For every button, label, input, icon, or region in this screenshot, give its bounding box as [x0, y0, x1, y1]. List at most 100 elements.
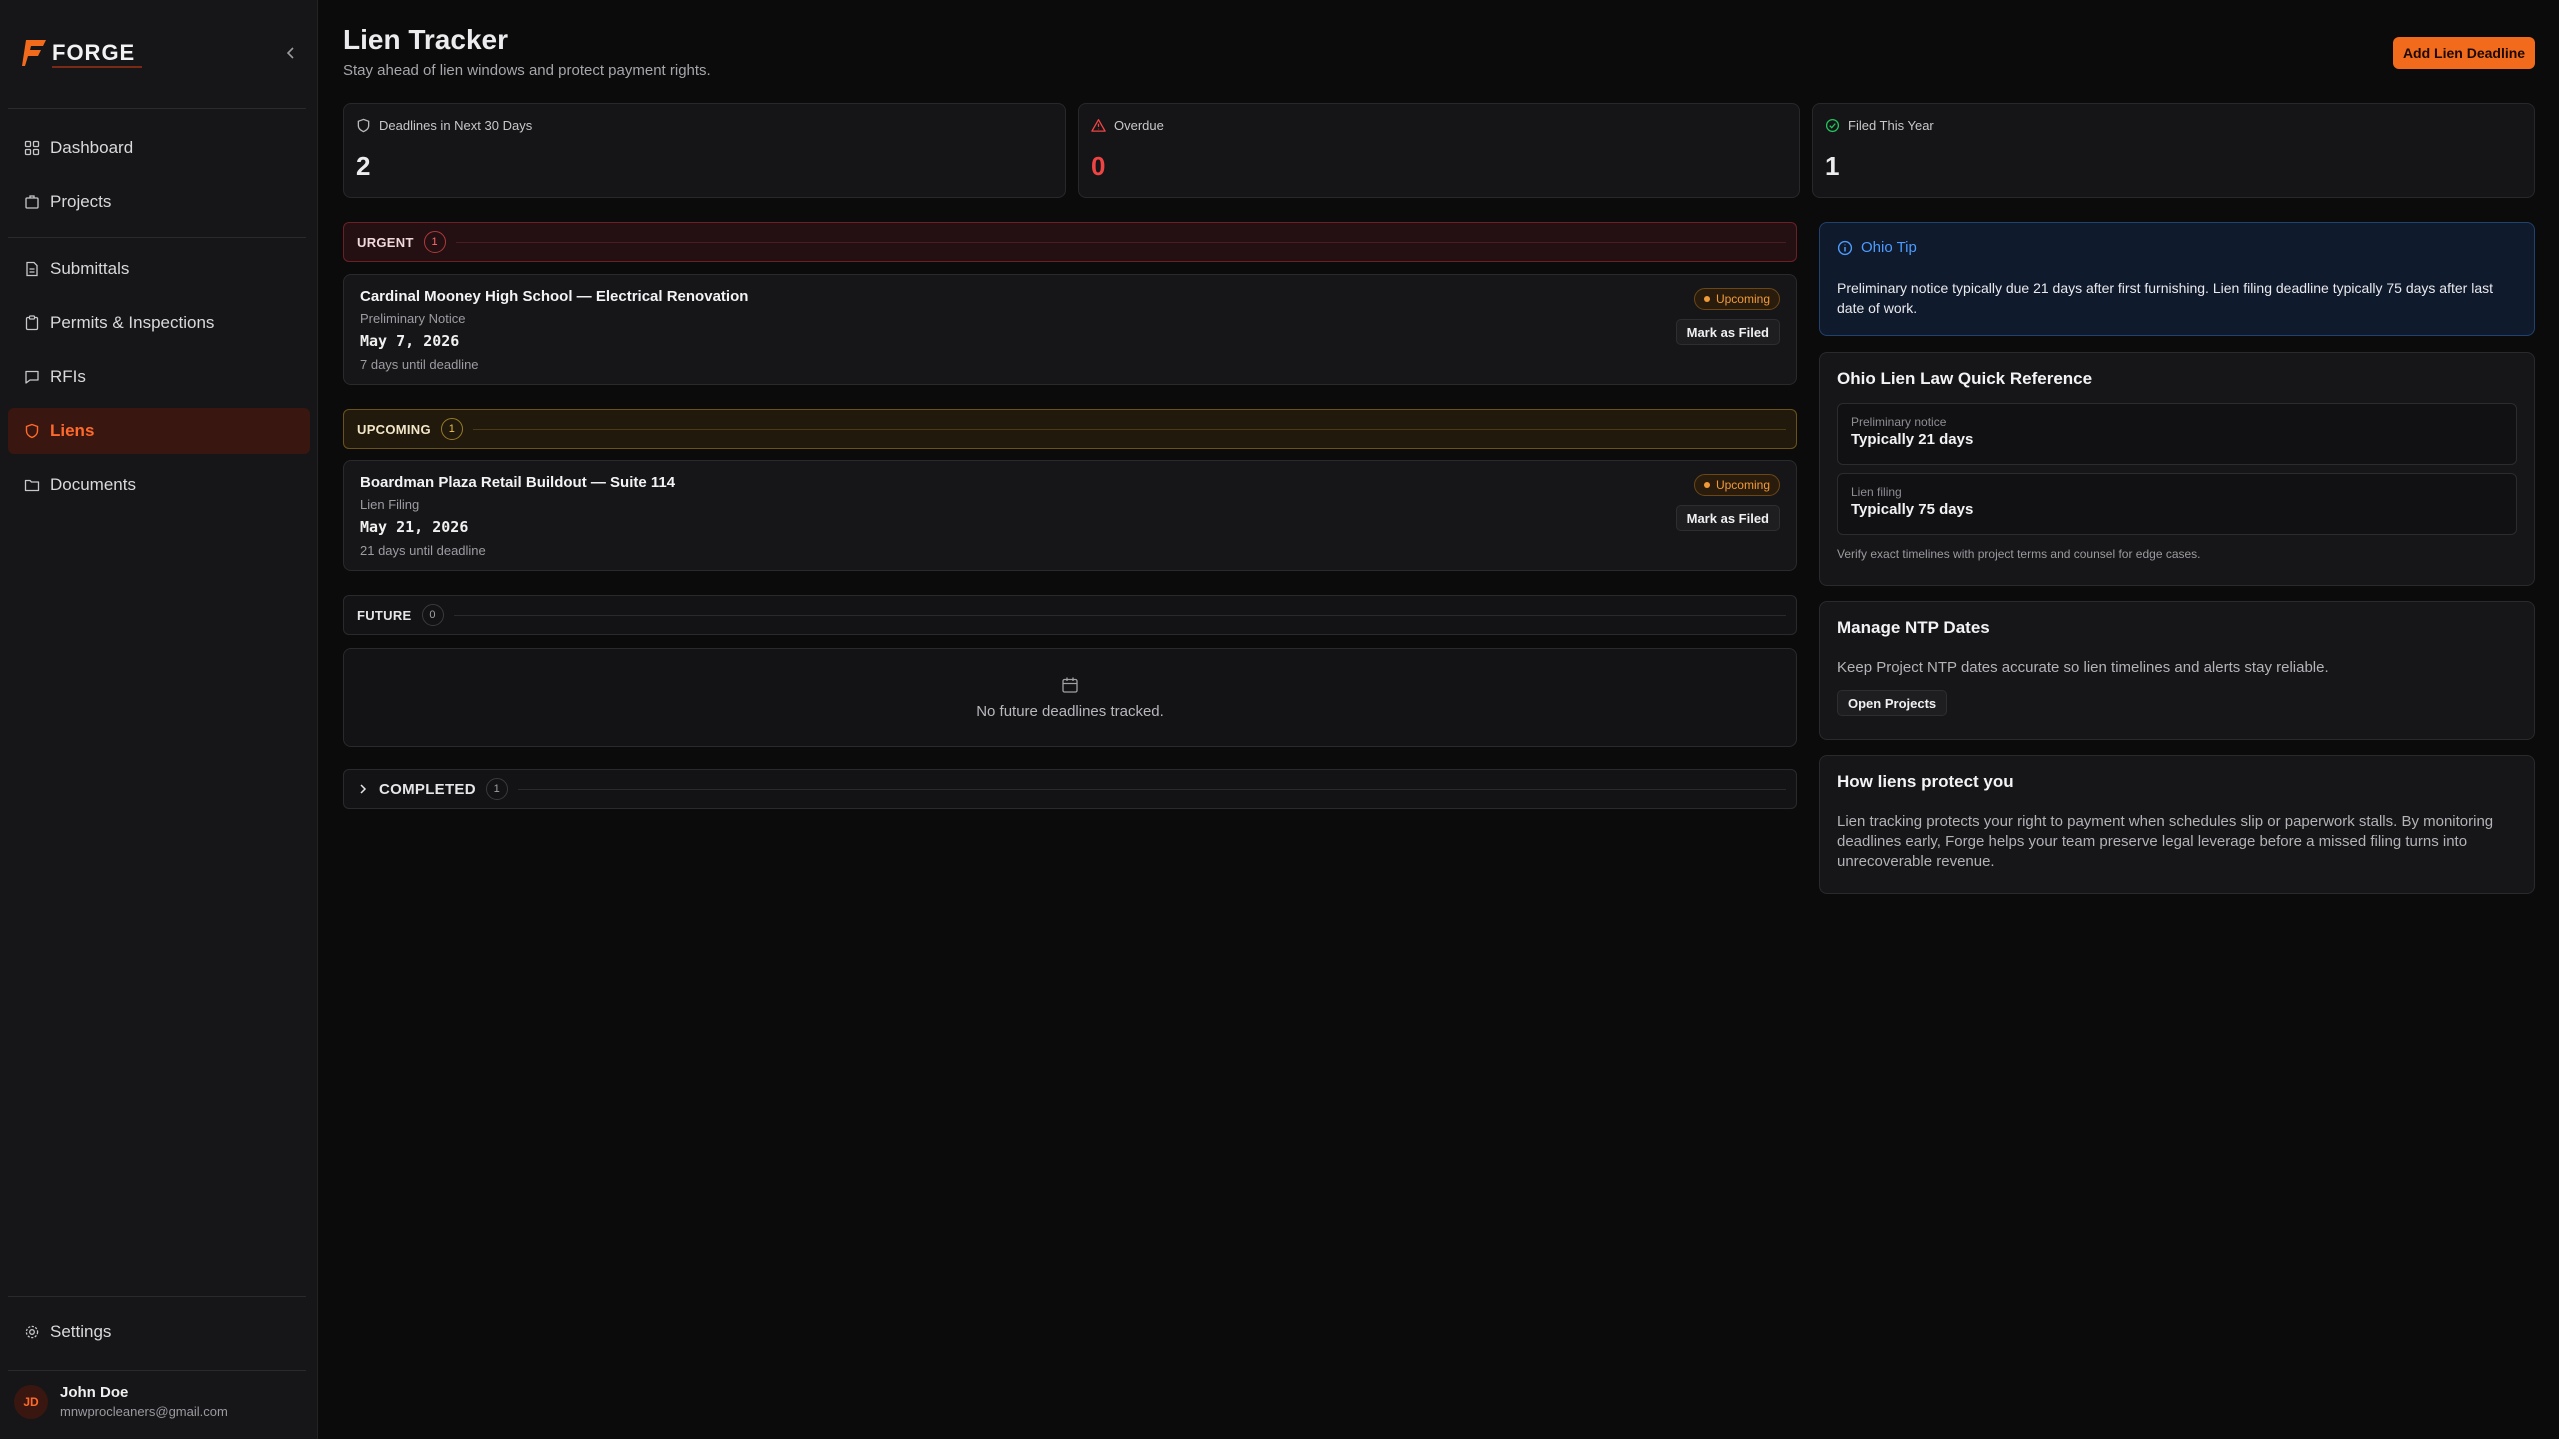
sidebar-item-label: Permits & Inspections [50, 313, 215, 332]
stat-label: Filed This Year [1848, 118, 1934, 133]
chevron-right-icon [360, 784, 367, 794]
lien-project: Boardman Plaza Retail Buildout — Suite 1… [360, 474, 676, 491]
page-subtitle: Stay ahead of lien windows and protect p… [343, 62, 711, 79]
open-projects-button[interactable]: Open Projects [1837, 690, 1948, 716]
lien-date: May 21, 2026 [360, 518, 469, 536]
mark-as-filed-button[interactable]: Mark as Filed [1675, 319, 1780, 345]
sidebar-divider [8, 1370, 306, 1371]
sidebar-divider [8, 237, 306, 238]
tip-body: Preliminary notice typically due 21 days… [1837, 280, 2493, 316]
shield-icon [357, 118, 370, 133]
status-badge: Upcoming [1693, 288, 1780, 310]
grid-icon [24, 140, 40, 156]
sidebar-item-rfis[interactable]: RFIs [8, 354, 310, 400]
ntp-body: Keep Project NTP dates accurate so lien … [1837, 659, 2329, 676]
section-divider [453, 614, 1786, 616]
section-header-upcoming: UPCOMING 1 [343, 409, 1797, 449]
add-lien-deadline-button[interactable]: Add Lien Deadline [2393, 37, 2535, 69]
page-title: Lien Tracker [343, 24, 508, 55]
sidebar-item-settings[interactable]: Settings [8, 1309, 310, 1355]
status-label: Upcoming [1715, 292, 1770, 306]
sidebar-item-documents[interactable]: Documents [8, 462, 310, 508]
quick-reference-title: Ohio Lien Law Quick Reference [1837, 369, 2093, 388]
shield-icon [25, 423, 39, 439]
lien-type: Preliminary Notice [360, 311, 466, 326]
reference-item: Lien filing Typically 75 days [1837, 473, 2517, 535]
section-header-future: FUTURE 0 [343, 595, 1797, 635]
gear-icon [25, 1325, 39, 1339]
calendar-icon [1062, 677, 1078, 693]
section-count: 1 [485, 778, 508, 800]
manage-ntp-card: Manage NTP Dates Keep Project NTP dates … [1819, 601, 2535, 740]
folder-icon [24, 479, 40, 492]
section-label: FUTURE [357, 607, 412, 623]
stat-value: 1 [1825, 151, 1840, 181]
file-icon [26, 261, 38, 277]
sidebar-item-label: Liens [50, 421, 95, 440]
lien-days-left: 7 days until deadline [360, 357, 479, 372]
alert-triangle-icon [1091, 119, 1106, 132]
reference-value: Typically 75 days [1851, 501, 1974, 518]
brand-logo[interactable]: FORGE [22, 38, 135, 68]
stat-card-overdue: Overdue 0 [1078, 103, 1800, 198]
building-icon [25, 195, 39, 209]
sidebar-item-permits[interactable]: Permits & Inspections [8, 300, 310, 346]
protect-body: Lien tracking protects your right to pay… [1837, 813, 2494, 870]
sidebar-item-liens[interactable]: Liens [8, 408, 310, 454]
quick-reference-card: Ohio Lien Law Quick Reference Preliminar… [1819, 352, 2535, 586]
reference-note: Verify exact timelines with project term… [1837, 547, 2201, 561]
status-badge: Upcoming [1693, 474, 1780, 496]
chevron-left-icon [286, 47, 294, 59]
status-label: Upcoming [1715, 478, 1770, 492]
status-dot-icon [1703, 296, 1710, 302]
status-dot-icon [1703, 482, 1710, 488]
sidebar-item-label: Documents [50, 475, 136, 494]
section-divider [472, 428, 1786, 430]
settings-label: Settings [50, 1322, 112, 1341]
section-header-completed[interactable]: COMPLETED 1 [343, 769, 1797, 809]
protect-title: How liens protect you [1837, 772, 2014, 791]
user-menu[interactable]: JD John Doe mnwprocleaners@gmail.com [14, 1384, 228, 1419]
stat-label: Deadlines in Next 30 Days [379, 118, 533, 133]
brand-underline [52, 66, 142, 68]
info-icon [1837, 240, 1853, 255]
lien-project: Cardinal Mooney High School — Electrical… [360, 288, 749, 305]
section-label: URGENT [357, 234, 414, 250]
section-count: 1 [423, 231, 446, 253]
ntp-title: Manage NTP Dates [1837, 618, 1990, 637]
user-name: John Doe [60, 1384, 129, 1401]
section-divider [455, 241, 1786, 243]
future-empty-state: No future deadlines tracked. [343, 648, 1797, 747]
stat-value: 2 [356, 151, 371, 181]
sidebar-divider [8, 1296, 306, 1297]
sidebar-item-dashboard[interactable]: Dashboard [8, 125, 310, 171]
sidebar-item-label: Submittals [50, 259, 130, 278]
sidebar-item-submittals[interactable]: Submittals [8, 246, 310, 292]
ohio-tip-card: Ohio Tip Preliminary notice typically du… [1819, 222, 2535, 336]
sidebar: FORGE Dashboard Projects Submittals Perm… [0, 0, 318, 1439]
reference-label: Lien filing [1851, 485, 1902, 499]
reference-label: Preliminary notice [1851, 415, 1947, 429]
reference-item: Preliminary notice Typically 21 days [1837, 403, 2517, 465]
lien-date: May 7, 2026 [360, 332, 460, 350]
sidebar-item-label: Projects [50, 192, 112, 211]
lien-type: Lien Filing [360, 497, 420, 512]
sidebar-item-label: Dashboard [50, 138, 134, 157]
user-email: mnwprocleaners@gmail.com [60, 1404, 228, 1419]
sidebar-item-projects[interactable]: Projects [8, 179, 310, 225]
lien-card[interactable]: Cardinal Mooney High School — Electrical… [343, 274, 1797, 385]
message-icon [25, 370, 39, 384]
section-header-urgent: URGENT 1 [343, 222, 1797, 262]
section-label: COMPLETED [379, 780, 476, 798]
tip-title: Ohio Tip [1861, 239, 1917, 256]
mark-as-filed-button[interactable]: Mark as Filed [1675, 505, 1780, 531]
check-circle-icon [1825, 118, 1840, 133]
reference-value: Typically 21 days [1851, 431, 1974, 448]
collapse-sidebar-button[interactable] [282, 44, 300, 62]
section-count: 1 [440, 418, 463, 440]
brand-name: FORGE [52, 40, 136, 65]
stat-card-filed-this-year: Filed This Year 1 [1812, 103, 2535, 198]
section-label: UPCOMING [357, 421, 431, 437]
sidebar-item-label: RFIs [50, 367, 86, 386]
lien-card[interactable]: Boardman Plaza Retail Buildout — Suite 1… [343, 460, 1797, 571]
